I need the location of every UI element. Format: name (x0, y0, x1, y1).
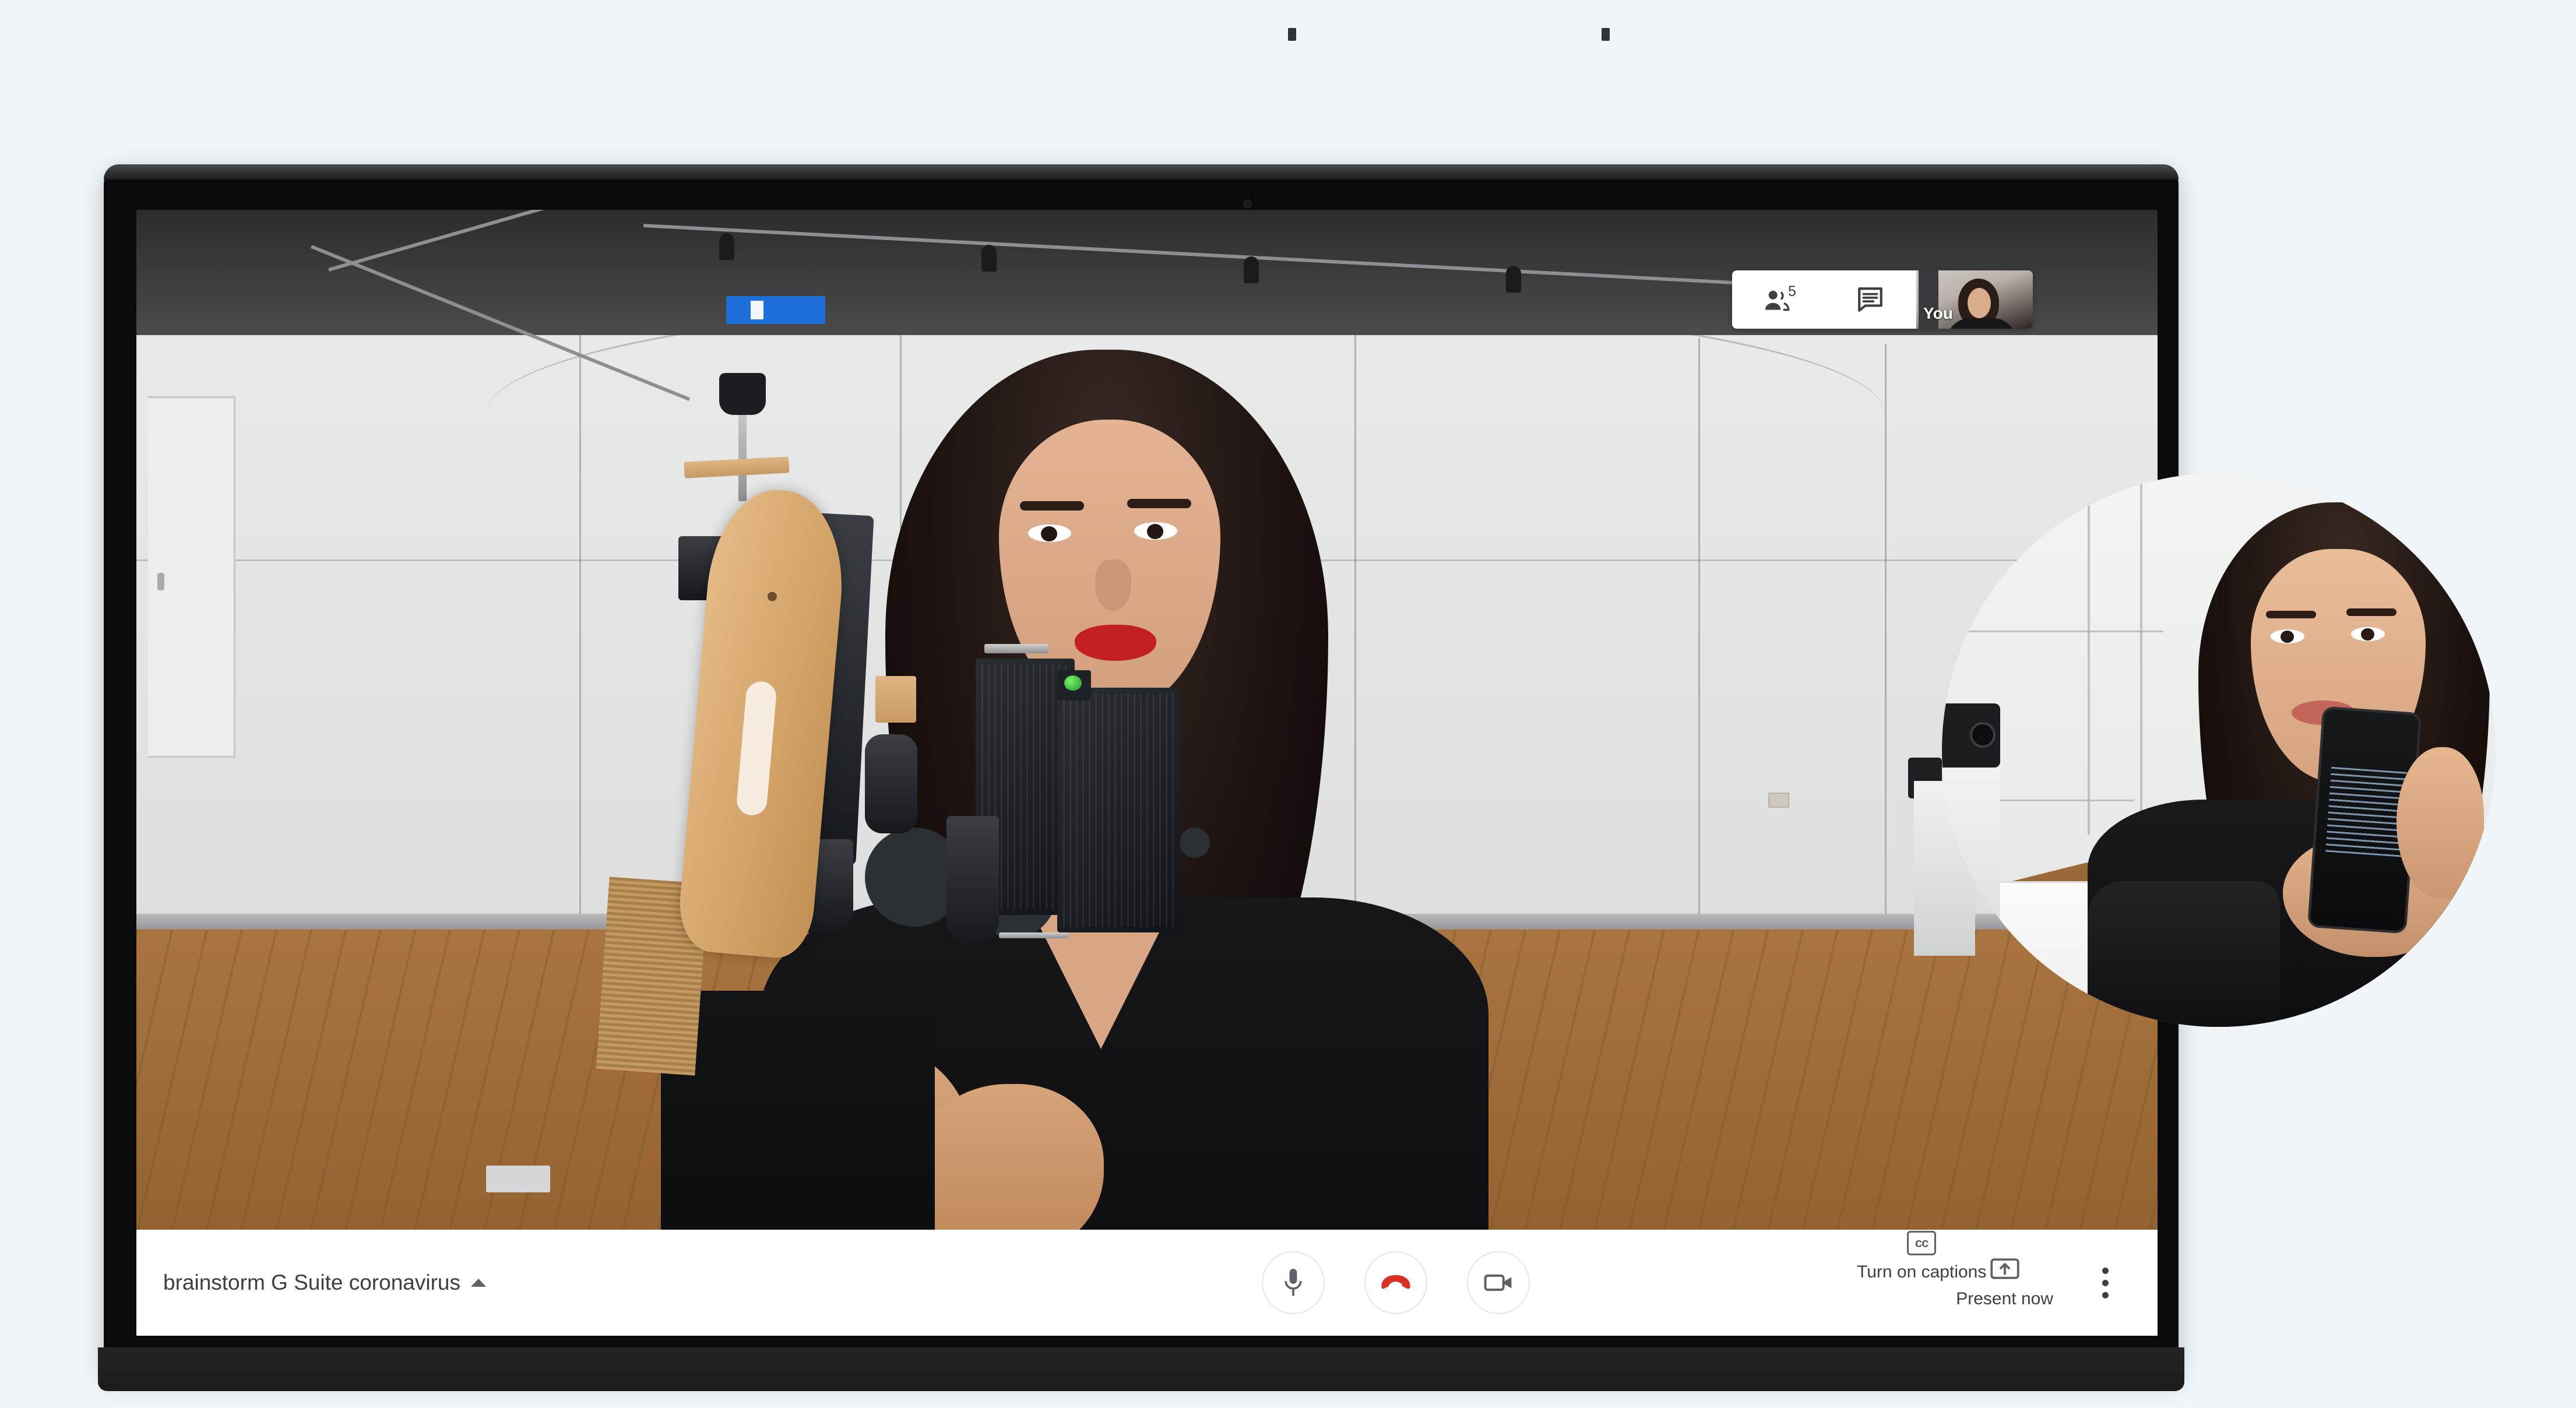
ar-part-pin (984, 644, 1048, 653)
self-view-face (1968, 288, 1991, 318)
main-video-feed: 5 You (136, 210, 2158, 1336)
meeting-title: brainstorm G Suite coronavirus (163, 1270, 460, 1294)
self-view-body (1947, 318, 2017, 329)
microphone-icon (1285, 1269, 1302, 1296)
meeting-top-controls: 5 You (1732, 270, 2033, 329)
hangup-icon (1381, 1275, 1410, 1289)
decor-mark-right (1602, 28, 1610, 41)
ar-part-chip (1057, 670, 1091, 701)
ceiling-lamp (1244, 256, 1259, 283)
participants-button[interactable]: 5 (1732, 270, 1824, 329)
presenter-eye (1134, 522, 1177, 540)
wall-outlet (1768, 793, 1789, 808)
bubble-phone-artwork (2325, 764, 2408, 857)
ar-part-tab (875, 676, 916, 723)
circular-video-bubble[interactable] (1942, 473, 2496, 1027)
more-vertical-icon (2102, 1267, 2109, 1274)
wall-sign (726, 296, 825, 324)
bubble-person-eye (2351, 627, 2385, 641)
ar-part-cone (719, 373, 766, 415)
presenter-brow (1020, 501, 1084, 511)
captions-label: Turn on captions (1857, 1262, 1987, 1282)
floor-object (486, 1166, 550, 1192)
bubble-wall-seam (1942, 631, 2163, 632)
bubble-wall-seam (2140, 473, 2142, 823)
door-knob (157, 573, 164, 590)
self-view-thumbnail[interactable]: You (1916, 270, 2033, 329)
ceiling-lamp (981, 245, 997, 272)
laptop-device: 5 You brainstorm G Suite coronavirus Pre… (98, 164, 2184, 1391)
presenter-eye (1028, 525, 1071, 542)
camera-button[interactable] (1467, 1251, 1530, 1314)
bubble-camera (1942, 703, 2000, 768)
ar-part-rod (738, 402, 747, 501)
ar-part-clip (865, 734, 917, 833)
wall-seam (579, 326, 581, 932)
webcam-icon (1243, 199, 1252, 208)
ar-part-pcb (1057, 688, 1180, 932)
decor-mark-left (1288, 28, 1296, 41)
laptop-lid-sheen (104, 164, 2179, 179)
bubble-wall-seam (2088, 473, 2090, 835)
self-view-label: You (1923, 304, 1953, 322)
laptop-base (98, 1347, 2184, 1391)
wall-seam (1354, 332, 1356, 932)
more-vertical-icon (2102, 1291, 2109, 1298)
bubble-person-brow (2346, 608, 2396, 616)
wall-seam (1885, 344, 1887, 932)
chat-icon (1858, 287, 1882, 312)
wall-seam (1698, 338, 1700, 932)
closed-caption-icon: cc (1907, 1231, 1937, 1255)
bubble-person-eye (2271, 629, 2304, 643)
hangup-button[interactable] (1364, 1251, 1428, 1314)
presenter-lips (1075, 625, 1156, 661)
more-vertical-icon (2102, 1279, 2109, 1286)
captions-button[interactable]: cc Turn on captions (1857, 1231, 1986, 1282)
bubble-person-brow (2266, 611, 2316, 618)
video-camera-icon (1484, 1274, 1512, 1291)
call-controls (836, 1251, 1956, 1314)
chat-button[interactable] (1824, 270, 1916, 329)
bubble-person-hand (2396, 747, 2484, 899)
room-door (148, 396, 235, 758)
ar-part-clamp (946, 816, 999, 944)
presenter-brow (1127, 499, 1191, 508)
meeting-control-bar: brainstorm G Suite coronavirus Present n… (136, 1230, 2158, 1336)
present-now-label: Present now (1956, 1289, 2053, 1308)
participant-count: 5 (1788, 283, 1796, 300)
ar-part-wire (999, 932, 1069, 938)
presenter-nose (1095, 559, 1131, 611)
mic-button[interactable] (1262, 1251, 1325, 1314)
meeting-info: brainstorm G Suite coronavirus (136, 1270, 836, 1295)
laptop-screen: 5 You brainstorm G Suite coronavirus Pre… (136, 210, 2158, 1336)
present-screen-icon (1990, 1258, 2019, 1279)
ar-part-knob (1180, 828, 1210, 858)
bubble-person-sleeve (2088, 881, 2280, 1027)
bubble-pedestal (1942, 753, 2000, 998)
ceiling-lamp (719, 233, 734, 260)
chevron-up-icon[interactable] (470, 1279, 486, 1287)
ceiling-lamp (1506, 266, 1521, 293)
more-options-button[interactable] (2094, 1259, 2117, 1307)
